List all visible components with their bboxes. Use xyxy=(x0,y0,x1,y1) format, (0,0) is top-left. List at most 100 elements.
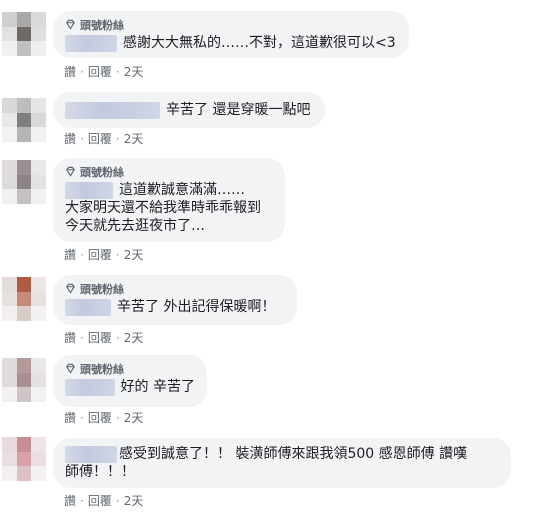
avatar-pixel xyxy=(16,127,32,142)
avatar-pixel xyxy=(16,26,32,42)
comment-text: 感謝大大無私的……不對，這道歉很可以<3 xyxy=(123,35,396,51)
avatar[interactable] xyxy=(2,98,46,142)
top-fan-label: 頭號粉絲 xyxy=(80,18,124,32)
comment-bubble: 感受到誠意了！！ 裝潢師傅來跟我領500 感恩師傅 讚嘆 師傅！！！ xyxy=(53,438,511,488)
separator: · xyxy=(115,247,120,262)
top-fan-label: 頭號粉絲 xyxy=(80,282,124,296)
avatar-pixel xyxy=(2,160,17,175)
avatar-pixel xyxy=(31,372,46,388)
avatar-pixel xyxy=(2,189,17,204)
avatar-pixel xyxy=(31,189,46,204)
avatar-pixel xyxy=(2,451,17,467)
avatar-pixel xyxy=(16,387,32,402)
timestamp[interactable]: 2天 xyxy=(124,492,144,509)
avatar-pixel xyxy=(31,358,46,373)
avatar[interactable] xyxy=(2,437,46,481)
reply-link[interactable]: 回覆 xyxy=(88,130,112,147)
comment-actions: 讚 · 回覆 · 2天 xyxy=(64,63,143,80)
reply-link[interactable]: 回覆 xyxy=(88,63,112,80)
separator: · xyxy=(80,247,84,262)
avatar-pixel xyxy=(16,358,32,373)
timestamp[interactable]: 2天 xyxy=(124,130,144,147)
avatar-pixel xyxy=(16,372,32,388)
avatar-pixel xyxy=(16,437,32,452)
avatar-pixel xyxy=(16,291,32,307)
avatar-pixel xyxy=(31,112,46,128)
separator: · xyxy=(80,493,84,508)
like-link[interactable]: 讚 xyxy=(64,329,76,346)
avatar-pixel xyxy=(31,387,46,402)
timestamp[interactable]: 2天 xyxy=(124,329,144,346)
top-fan-label: 頭號粉絲 xyxy=(80,165,124,179)
avatar-pixel xyxy=(2,291,17,307)
avatar-pixel xyxy=(16,277,32,292)
commenter-name-redacted[interactable] xyxy=(65,34,117,52)
avatar-pixel xyxy=(16,189,32,204)
avatar-pixel xyxy=(2,372,17,388)
separator: · xyxy=(115,330,120,345)
avatar-pixel xyxy=(31,306,46,321)
comment-text-line: 今天就先去逛夜市了… xyxy=(65,218,205,234)
avatar-pixel xyxy=(31,127,46,142)
avatar[interactable] xyxy=(2,12,46,56)
avatar-pixel xyxy=(2,277,17,292)
reply-link[interactable]: 回覆 xyxy=(88,409,112,426)
avatar[interactable] xyxy=(2,160,46,204)
comment-text-line: 大家明天還不給我準時乖乖報到 xyxy=(65,200,261,216)
like-link[interactable]: 讚 xyxy=(64,492,76,509)
avatar[interactable] xyxy=(2,277,46,321)
comment-actions: 讚 · 回覆 · 2天 xyxy=(64,130,143,147)
avatar[interactable] xyxy=(2,358,46,402)
separator: · xyxy=(80,330,84,345)
reply-link[interactable]: 回覆 xyxy=(88,246,112,263)
avatar-pixel xyxy=(16,12,32,27)
avatar-pixel xyxy=(2,358,17,373)
like-link[interactable]: 讚 xyxy=(64,246,76,263)
diamond-icon xyxy=(66,19,75,30)
top-fan-badge: 頭號粉絲 xyxy=(65,17,397,32)
timestamp[interactable]: 2天 xyxy=(124,409,144,426)
commenter-name-redacted[interactable] xyxy=(65,181,113,199)
timestamp[interactable]: 2天 xyxy=(124,246,144,263)
avatar-pixel xyxy=(16,174,32,190)
comment-text: 這道歉誠意滿滿…… xyxy=(119,182,245,198)
avatar-pixel xyxy=(31,98,46,113)
comment-bubble: 頭號粉絲 好的 辛苦了 xyxy=(53,355,207,407)
avatar-pixel xyxy=(2,112,17,128)
separator: · xyxy=(115,493,120,508)
avatar-pixel xyxy=(31,41,46,56)
avatar-pixel xyxy=(2,437,17,452)
avatar-pixel xyxy=(31,451,46,467)
comment-text-line: 師傅！！！ xyxy=(65,464,135,480)
comment-text: 感受到誠意了！！ 裝潢師傅來跟我領500 感恩師傅 讚嘆 xyxy=(119,446,468,462)
avatar-pixel xyxy=(31,466,46,481)
avatar-pixel xyxy=(2,26,17,42)
like-link[interactable]: 讚 xyxy=(64,409,76,426)
avatar-pixel xyxy=(16,112,32,128)
avatar-pixel xyxy=(31,277,46,292)
avatar-pixel xyxy=(2,466,17,481)
top-fan-label: 頭號粉絲 xyxy=(80,362,124,376)
like-link[interactable]: 讚 xyxy=(64,130,76,147)
commenter-name-redacted[interactable] xyxy=(65,101,160,119)
commenter-name-redacted[interactable] xyxy=(65,298,111,316)
comment-text: 好的 辛苦了 xyxy=(120,379,195,395)
commenter-name-redacted[interactable] xyxy=(65,445,117,463)
avatar-pixel xyxy=(31,160,46,175)
separator: · xyxy=(115,131,120,146)
separator: · xyxy=(80,64,84,79)
reply-link[interactable]: 回覆 xyxy=(88,492,112,509)
avatar-pixel xyxy=(2,306,17,321)
like-link[interactable]: 讚 xyxy=(64,63,76,80)
comment-bubble: 辛苦了 還是穿暖一點吧 xyxy=(53,92,325,128)
avatar-pixel xyxy=(16,466,32,481)
commenter-name-redacted[interactable] xyxy=(65,378,115,396)
diamond-icon xyxy=(66,283,75,294)
comment-text: 辛苦了 外出記得保暖啊！ xyxy=(117,299,276,315)
timestamp[interactable]: 2天 xyxy=(124,63,144,80)
avatar-pixel xyxy=(16,98,32,113)
top-fan-badge: 頭號粉絲 xyxy=(65,361,195,376)
diamond-icon xyxy=(66,166,75,177)
avatar-pixel xyxy=(31,437,46,452)
reply-link[interactable]: 回覆 xyxy=(88,329,112,346)
